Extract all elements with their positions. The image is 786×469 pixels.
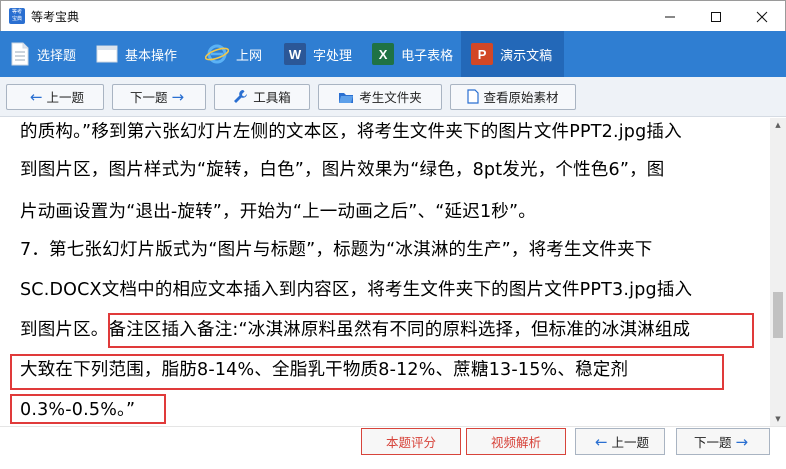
excel-icon: X [372,43,395,65]
score-button[interactable]: 本题评分 [361,428,461,455]
question-text-area: 的质构。”移到第六张幻灯片左侧的文本区，将考生文件夹下的图片文件PPT2.jpg… [0,118,770,426]
score-label: 本题评分 [385,435,436,450]
arrow-right-icon: → [171,87,185,106]
ribbon-label: 字处理 [313,48,353,64]
module-ribbon: 选择题 基本操作 上网 W 字处理 X 电子表格 P 演示文稿 [0,31,786,93]
wrench-icon [233,89,248,104]
app-logo-icon: 等考 宝典 [9,8,25,24]
ribbon-label: 选择题 [37,48,77,64]
prev-question-button[interactable]: ← 上一题 [6,83,104,110]
arrow-left-icon: ← [594,432,608,451]
vertical-scrollbar[interactable]: ▲ ▼ [770,118,786,426]
close-icon [756,11,768,22]
ribbon-item-excel[interactable]: X 电子表格 [360,31,461,77]
ribbon-item-internet[interactable]: 上网 [185,31,270,77]
question-line: SC.DOCX文档中的相应文本插入到内容区，将考生文件夹下的图片文件PPT3.j… [20,280,693,300]
maximize-button[interactable] [693,1,739,32]
scroll-thumb[interactable] [773,292,783,338]
ie-icon [205,42,230,66]
prev-label: 上一题 [611,435,650,450]
nav-toolbar: ← 上一题 下一题 → 工具箱 考生文件夹 查看原始素材 [0,77,786,117]
video-analysis-button[interactable]: 视频解析 [466,428,566,455]
ribbon-label: 电子表格 [401,48,454,64]
next-question-button[interactable]: 下一题 → [112,83,206,110]
source-label: 查看原始素材 [483,90,559,105]
highlight-box [10,394,166,424]
prev-label: 上一题 [46,90,85,105]
window-title: 等考宝典 [31,9,80,24]
ribbon-item-word[interactable]: W 字处理 [270,31,360,77]
highlight-box [10,354,724,390]
minimize-button[interactable] [647,1,693,32]
ribbon-label: 上网 [236,48,263,64]
ribbon-label: 基本操作 [125,48,178,64]
question-line: 到图片区，图片样式为“旋转，白色”，图片效果为“绿色，8pt发光，个性色6”，图 [20,160,665,180]
word-icon: W [284,43,307,65]
ribbon-label: 演示文稿 [500,48,553,64]
window-icon [96,45,118,63]
ribbon-item-basic[interactable]: 基本操作 [84,31,185,77]
close-button[interactable] [739,1,785,32]
question-line: 7．第七张幻灯片版式为“图片与标题”，标题为“冰淇淋的生产”，将考生文件夹下 [20,240,653,260]
title-bar: 等考 宝典 等考宝典 [0,0,786,31]
bottom-bar: 本题评分 视频解析 ← 上一题 下一题 → [0,426,786,469]
highlight-box [108,313,754,348]
video-label: 视频解析 [490,435,541,450]
ribbon-item-ppt[interactable]: P 演示文稿 [461,31,565,77]
question-line: 的质构。”移到第六张幻灯片左侧的文本区，将考生文件夹下的图片文件PPT2.jpg… [20,122,682,142]
folder-icon [338,90,354,104]
candidate-folder-button[interactable]: 考生文件夹 [318,83,442,110]
question-line: 片动画设置为“退出-旋转”，开始为“上一动画之后”、“延迟1秒”。 [20,202,536,222]
powerpoint-icon: P [471,43,494,65]
scroll-up-icon[interactable]: ▲ [770,118,786,132]
arrow-right-icon: → [735,432,749,451]
document-icon [10,42,30,66]
next-label: 下一题 [129,90,168,105]
ribbon-item-choice[interactable]: 选择题 [0,31,84,77]
file-icon [467,89,480,104]
view-source-button[interactable]: 查看原始素材 [450,83,576,110]
folder-label: 考生文件夹 [359,90,422,105]
minimize-icon [665,16,675,17]
maximize-icon [711,11,721,22]
bottom-prev-button[interactable]: ← 上一题 [575,428,665,455]
toolbox-button[interactable]: 工具箱 [214,83,310,110]
arrow-left-icon: ← [29,87,43,106]
toolbox-label: 工具箱 [253,90,291,105]
scroll-down-icon[interactable]: ▼ [770,412,786,426]
next-label: 下一题 [693,435,732,450]
bottom-next-button[interactable]: 下一题 → [676,428,770,455]
